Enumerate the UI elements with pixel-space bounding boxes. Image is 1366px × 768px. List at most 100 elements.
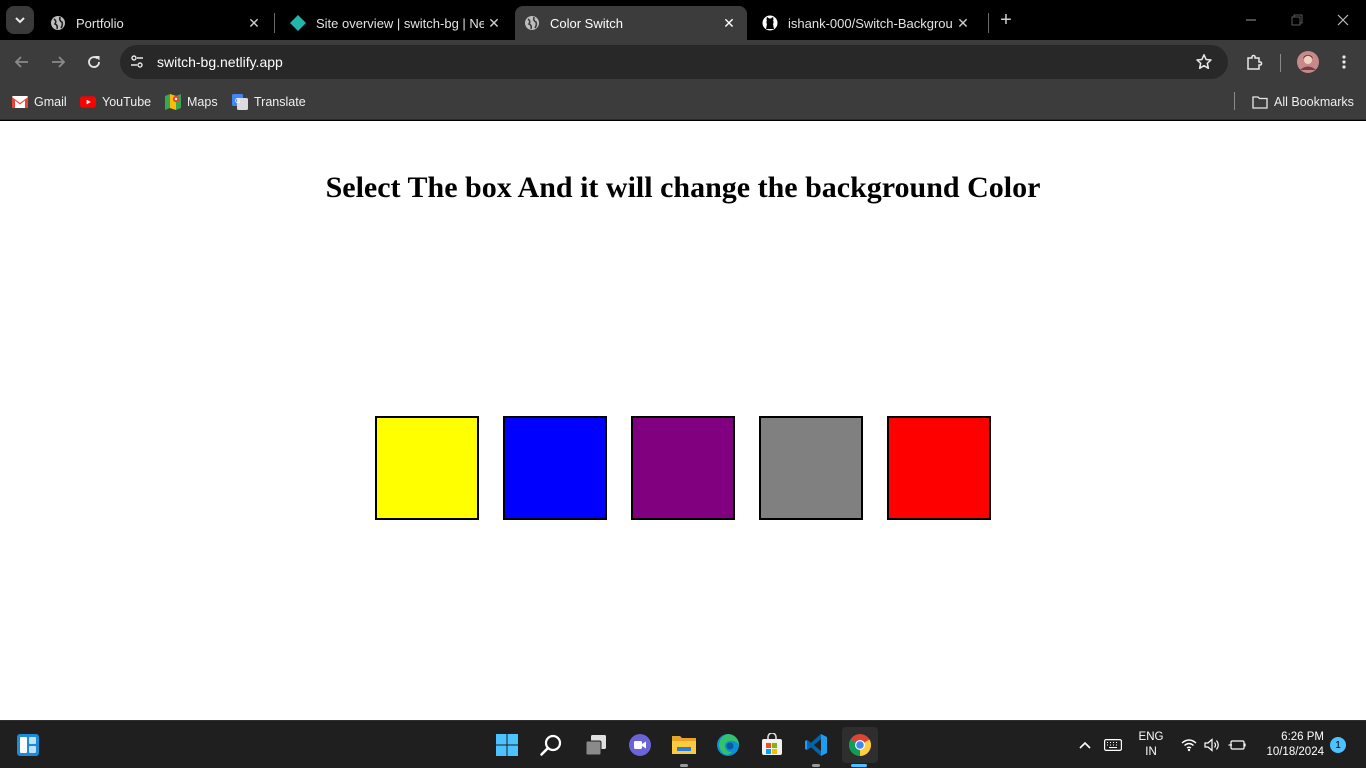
page-heading: Select The box And it will change the ba… [325, 171, 1041, 204]
bookmark-youtube[interactable]: YouTube [80, 92, 151, 112]
reload-button[interactable] [80, 48, 108, 76]
volume-icon[interactable] [1203, 735, 1223, 755]
battery-icon[interactable] [1227, 735, 1247, 755]
maps-icon [165, 94, 181, 110]
bookmark-label: YouTube [102, 95, 152, 109]
tab-title: Portfolio [76, 15, 124, 31]
arrow-right-icon [52, 56, 66, 68]
bookmark-gmail[interactable]: Gmail [12, 92, 67, 112]
close-window-button[interactable] [1320, 0, 1366, 40]
keyboard-icon[interactable] [1102, 735, 1124, 755]
start-button[interactable] [489, 727, 525, 763]
back-button[interactable] [8, 48, 36, 76]
extensions-button[interactable] [1240, 48, 1268, 76]
bookmark-translate[interactable]: G Translate [232, 92, 306, 112]
vscode-icon [805, 734, 827, 756]
restore-button[interactable] [1274, 0, 1320, 40]
chevron-down-icon [15, 17, 25, 24]
translate-icon: G [232, 94, 248, 110]
task-view-button[interactable] [578, 727, 614, 763]
close-icon[interactable]: ✕ [484, 13, 504, 33]
address-bar[interactable]: switch-bg.netlify.app [120, 45, 1228, 79]
site-info-icon[interactable] [129, 54, 145, 70]
tab-strip: Portfolio ✕ Site overview | switch-bg | … [0, 0, 1366, 40]
bookmark-maps[interactable]: Maps [165, 92, 218, 112]
color-box-yellow[interactable] [375, 416, 479, 520]
tab-title: ishank-000/Switch-Background [788, 15, 953, 31]
color-box-purple[interactable] [631, 416, 735, 520]
tab-netlify[interactable]: Site overview | switch-bg | Netlify ✕ [276, 6, 512, 40]
globe-icon [524, 15, 540, 31]
minimize-button[interactable] [1228, 0, 1274, 40]
new-tab-button[interactable]: + [994, 8, 1018, 32]
tab-portfolio[interactable]: Portfolio ✕ [36, 6, 272, 40]
url-text: switch-bg.netlify.app [157, 54, 283, 70]
clock[interactable]: 6:26 PM 10/18/2024 [1252, 730, 1324, 760]
forward-button[interactable] [44, 48, 72, 76]
chevron-up-icon [1079, 741, 1091, 749]
arrow-left-icon [14, 56, 28, 68]
chrome-icon [849, 734, 871, 756]
start-icon [496, 734, 518, 756]
tab-search-button[interactable] [6, 6, 34, 34]
minimize-icon [1246, 19, 1256, 21]
tab-github[interactable]: ishank-000/Switch-Background ✕ [748, 6, 984, 40]
show-hidden-icons-button[interactable] [1075, 735, 1095, 755]
close-icon[interactable]: ✕ [244, 13, 264, 33]
edge-button[interactable] [710, 727, 746, 763]
github-icon [762, 15, 778, 31]
vscode-button[interactable] [798, 727, 834, 763]
wifi-icon[interactable] [1180, 735, 1198, 755]
notification-count: 1 [1335, 739, 1341, 751]
bookmark-star-icon[interactable] [1195, 53, 1213, 71]
meet-button[interactable] [622, 727, 658, 763]
widgets-icon [17, 734, 39, 756]
folder-icon [1252, 94, 1268, 110]
chrome-button[interactable] [842, 727, 878, 763]
running-indicator [812, 764, 820, 767]
color-box-gray[interactable] [759, 416, 863, 520]
tab-color-switch[interactable]: Color Switch ✕ [515, 6, 747, 40]
store-icon [762, 733, 782, 755]
bookmark-label: Gmail [34, 95, 67, 109]
date-label: 10/18/2024 [1266, 746, 1324, 758]
file-explorer-button[interactable] [666, 727, 702, 763]
all-bookmarks-label: All Bookmarks [1274, 95, 1354, 109]
running-indicator [680, 764, 688, 767]
taskbar: ENG IN 6:26 PM 10/18/2024 1 [0, 720, 1366, 768]
bookmarks-divider [1234, 92, 1235, 110]
notification-badge[interactable]: 1 [1330, 737, 1346, 753]
netlify-icon [290, 15, 306, 31]
close-icon[interactable]: ✕ [719, 13, 739, 33]
all-bookmarks-folder[interactable]: All Bookmarks [1252, 92, 1354, 112]
close-icon[interactable]: ✕ [953, 13, 973, 33]
folder-icon [672, 736, 696, 754]
toolbar-divider [1280, 54, 1281, 72]
profile-avatar[interactable] [1294, 48, 1322, 76]
bookmark-label: Translate [254, 95, 306, 109]
youtube-icon [80, 94, 96, 110]
language-label: ENG [1138, 731, 1164, 743]
color-box-red[interactable] [887, 416, 991, 520]
meet-icon [629, 734, 651, 756]
restore-icon [1291, 14, 1303, 26]
tab-title: Color Switch [550, 15, 623, 31]
reload-icon [88, 56, 100, 68]
tab-separator [988, 13, 989, 33]
region-label: IN [1145, 746, 1157, 758]
color-box-blue[interactable] [503, 416, 607, 520]
active-indicator [851, 764, 867, 767]
browser-toolbar: switch-bg.netlify.app [0, 40, 1366, 84]
time-label: 6:26 PM [1281, 731, 1324, 743]
svg-text:G: G [235, 98, 240, 105]
widgets-button[interactable] [10, 727, 46, 763]
search-button[interactable] [533, 727, 569, 763]
bookmarks-bar: Gmail YouTube Maps G Translate All Bookm… [0, 84, 1366, 120]
bookmark-label: Maps [187, 95, 218, 109]
tab-separator [274, 13, 275, 33]
globe-icon [50, 15, 66, 31]
language-indicator[interactable]: ENG IN [1133, 730, 1169, 760]
browser-menu-button[interactable] [1330, 48, 1358, 76]
store-button[interactable] [754, 727, 790, 763]
gmail-icon [12, 94, 28, 110]
